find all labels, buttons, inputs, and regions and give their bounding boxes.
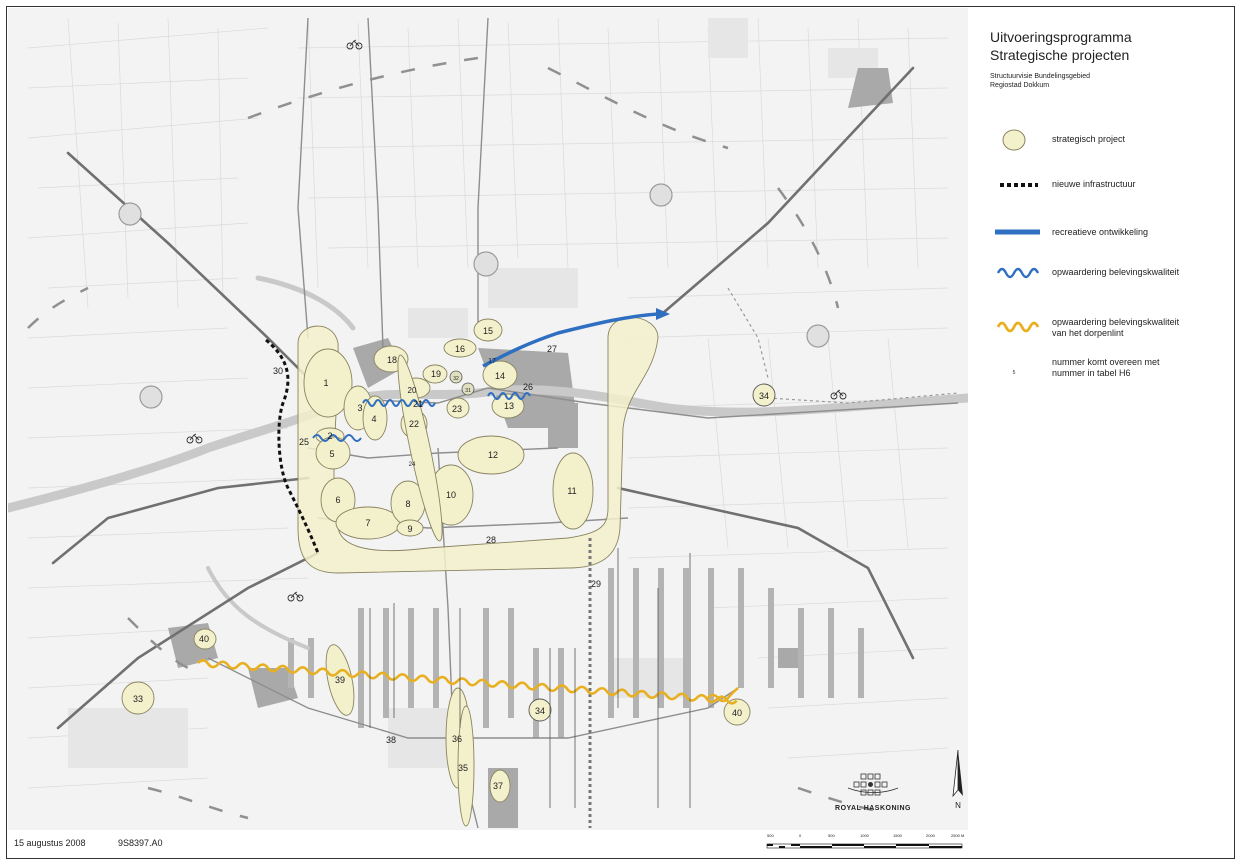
legend-label: recreatieve ontwikkeling xyxy=(1052,227,1149,237)
legend-dashed-line-icon xyxy=(1000,183,1038,187)
project-label: 2 xyxy=(327,431,332,441)
project-label: 30 xyxy=(273,366,283,376)
north-arrow: N xyxy=(948,748,968,812)
title-line-2: Strategische projecten xyxy=(990,47,1130,63)
project-label: 21 xyxy=(413,399,423,409)
project-label: 16 xyxy=(455,344,465,354)
project-label: 34 xyxy=(759,391,769,401)
project-label: 4 xyxy=(371,414,376,424)
project-label: 9 xyxy=(407,524,412,534)
project-label: 38 xyxy=(386,735,396,745)
project-label: 25 xyxy=(299,437,309,447)
legend-blue-line-icon xyxy=(995,229,1040,235)
legend-project-ellipse-icon xyxy=(1002,129,1026,151)
svg-text:2000: 2000 xyxy=(926,833,936,838)
map-title: Uitvoeringsprogramma Strategische projec… xyxy=(990,28,1132,64)
legend-label: opwaardering belevingskwaliteit van het … xyxy=(1052,317,1180,338)
logo-mark-icon xyxy=(847,773,899,796)
project-label: 39 xyxy=(335,675,345,685)
map-canvas[interactable]: 1 2 3 4 5 6 7 8 9 10 11 12 13 14 15 16 1… xyxy=(8,8,968,830)
project-label: 10 xyxy=(446,490,456,500)
project-label: 27 xyxy=(547,344,557,354)
scale-bar: 500 0 500 1000 1500 2000 2500 M xyxy=(765,832,965,854)
project-label: 19 xyxy=(431,369,441,379)
project-label: 29 xyxy=(591,579,601,589)
project-label: 23 xyxy=(452,404,462,414)
royal-haskoning-logo: ROYAL HASKONING xyxy=(828,772,918,812)
legend-label: nieuwe infrastructuur xyxy=(1052,179,1136,189)
project-label: 24 xyxy=(409,462,416,468)
subtitle-line-1: Structuurvisie Bundelingsgebied xyxy=(990,73,1091,80)
project-label: 40 xyxy=(732,708,742,718)
project-label: 15 xyxy=(483,326,493,336)
footer-date: 15 augustus 2008 xyxy=(14,838,86,848)
project-label: 37 xyxy=(493,781,503,791)
project-label: 28 xyxy=(486,535,496,545)
map-subtitle: Structuurvisie Bundelingsgebied Regiosta… xyxy=(990,72,1090,90)
project-label: 31 xyxy=(465,388,471,394)
legend-label: nummer komt overeen met nummer in tabel … xyxy=(1052,357,1160,378)
subtitle-line-2: Regiostad Dokkum xyxy=(990,82,1050,89)
project-label: 40 xyxy=(199,634,209,644)
project-label: 3 xyxy=(357,403,362,413)
project-label: 7 xyxy=(365,518,370,528)
legend-label: opwaardering belevingskwaliteit xyxy=(1052,267,1180,277)
svg-text:5: 5 xyxy=(1013,370,1016,376)
north-label: N xyxy=(955,801,961,810)
svg-text:0: 0 xyxy=(799,833,802,838)
legend-blue-wave-icon xyxy=(996,267,1040,279)
svg-text:500: 500 xyxy=(767,833,774,838)
project-label: 35 xyxy=(458,763,468,773)
project-label: 22 xyxy=(409,419,419,429)
project-label: 1 xyxy=(323,378,328,388)
title-line-1: Uitvoeringsprogramma xyxy=(990,29,1132,45)
svg-text:1000: 1000 xyxy=(860,833,870,838)
project-label: 34 xyxy=(535,706,545,716)
legend-yellow-wave-icon xyxy=(996,321,1040,333)
footer-code: 9S8397.A0 xyxy=(118,838,163,848)
project-label: 18 xyxy=(387,355,397,365)
project-label: 20 xyxy=(408,386,417,395)
project-label: 13 xyxy=(504,401,514,411)
svg-text:500: 500 xyxy=(828,833,835,838)
project-label: 26 xyxy=(523,382,533,392)
logo-text: ROYAL HASKONING xyxy=(835,805,911,812)
project-label: 14 xyxy=(495,371,505,381)
project-label: 32 xyxy=(453,376,459,382)
scale-bar-graphic: 500 0 500 1000 1500 2000 2500 M xyxy=(766,833,964,849)
project-label: 36 xyxy=(452,734,462,744)
north-arrow-icon xyxy=(952,749,963,798)
project-label: 11 xyxy=(567,486,576,496)
project-label: 12 xyxy=(488,450,498,460)
svg-text:2500 M: 2500 M xyxy=(951,833,964,838)
project-label: 5 xyxy=(329,449,334,459)
legend-label: strategisch project xyxy=(1052,134,1126,144)
project-label: 33 xyxy=(133,694,143,704)
svg-text:1500: 1500 xyxy=(893,833,903,838)
project-label: 6 xyxy=(335,495,340,505)
project-label: 8 xyxy=(405,499,410,509)
project-label: 17 xyxy=(488,358,496,365)
legend-number-icon: 5 xyxy=(1013,370,1016,376)
